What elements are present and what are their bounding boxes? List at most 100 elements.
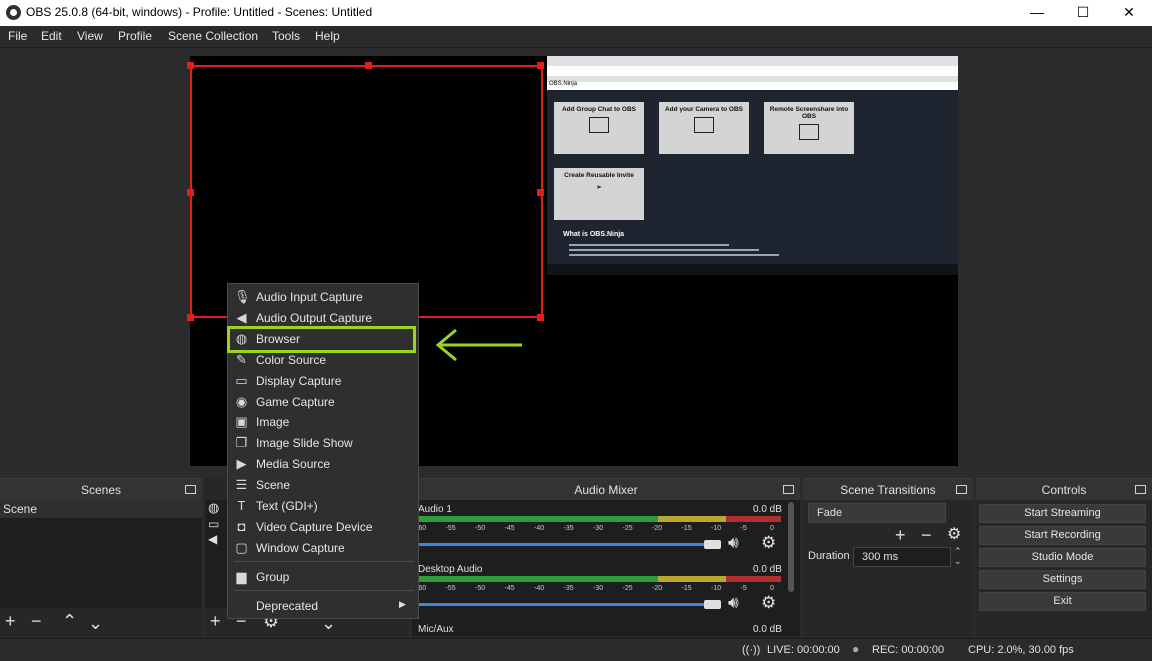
menu-scene-collection[interactable]: Scene Collection [168,29,258,43]
browser-heading: What is OBS.Ninja [563,231,625,238]
resize-handle[interactable] [365,62,372,69]
float-dock-icon[interactable] [185,485,196,494]
add-source-icon[interactable]: + [210,612,221,630]
resize-handle[interactable] [187,62,194,69]
studio-mode-button[interactable]: Studio Mode [979,548,1146,567]
duration-spinbox[interactable]: 300 ms [853,547,951,567]
volume-slider[interactable] [418,543,714,546]
menu-file[interactable]: File [8,29,27,43]
volume-meter [418,576,658,582]
scene-transitions-dock: Scene Transitions Fade + − ⚙ Duration 30… [803,478,973,638]
controls-header: Controls [976,478,1152,500]
gear-icon[interactable]: ⚙ [761,593,776,613]
title-bar: OBS 25.0.8 (64-bit, windows) - Profile: … [0,0,1152,26]
text-line [569,254,779,256]
minimize-button[interactable]: — [1014,0,1060,26]
transition-select[interactable]: Fade [808,503,946,523]
speaker-icon[interactable]: 🔊︎ [728,533,739,553]
scenes-header: Scenes [0,478,202,500]
start-streaming-button[interactable]: Start Streaming [979,504,1146,523]
source-selection-box[interactable] [187,62,544,321]
meter-tick-label: -25 [622,585,633,592]
resize-handle[interactable] [537,189,544,196]
close-button[interactable]: ✕ [1106,0,1152,26]
move-down-icon[interactable]: ⌄ [88,614,103,632]
volume-meter [726,576,781,582]
float-dock-icon[interactable] [783,485,794,494]
volume-slider[interactable] [418,603,714,606]
menu-profile[interactable]: Profile [118,29,152,43]
menu-item-audio-input-capture[interactable]: 🎙︎ Audio Input Capture [229,287,417,308]
grid-icon [589,117,609,133]
browser-site-banner: OBS.Ninja [547,81,958,90]
text-line [569,244,729,246]
meter-tick-label: 0 [770,585,774,592]
volume-meter [658,516,726,522]
spin-arrows-icon[interactable]: ⌃ ⌄ [954,546,962,566]
menu-tools[interactable]: Tools [272,29,300,43]
exit-button[interactable]: Exit [979,592,1146,611]
gear-icon[interactable]: ⚙ [761,533,776,553]
meter-tick-label: -40 [534,525,545,532]
camera-icon: ◘ [237,518,246,534]
scrollbar[interactable] [788,502,794,592]
menu-item-display-capture[interactable]: ▭ Display Capture [229,371,417,392]
gear-icon[interactable]: ⚙ [947,526,961,544]
float-dock-icon[interactable] [956,485,967,494]
resize-handle[interactable] [187,189,194,196]
globe-icon: ◍ [208,500,220,515]
menu-item-image[interactable]: ▣ Image [229,412,417,433]
resize-handle[interactable] [537,314,544,321]
audio-mixer-header: Audio Mixer [412,478,800,500]
volume-meter [726,516,781,522]
menu-item-window-capture[interactable]: ▢ Window Capture [229,538,417,559]
menu-view[interactable]: View [77,29,103,43]
add-transition-icon[interactable]: + [895,526,906,544]
meter-tick-label: -10 [711,525,722,532]
microphone-icon: 🎙︎ [234,289,251,304]
browser-highlight-box [227,326,416,353]
menu-item-media-source[interactable]: ▶ Media Source [229,454,417,475]
menu-item-text-gdi[interactable]: T Text (GDI+) [229,496,417,517]
status-bar: ((·)) LIVE: 00:00:00 ● REC: 00:00:00 CPU… [0,638,1152,661]
meter-tick-label: -20 [652,585,663,592]
speaker-icon[interactable]: 🔊︎ [728,593,739,613]
move-up-icon[interactable]: ⌃ [62,612,77,630]
resize-handle[interactable] [537,62,544,69]
tile-label: Add Group Chat to OBS [561,106,637,113]
menu-separator [234,561,414,562]
scene-item-label: Scene [3,502,38,516]
menu-help[interactable]: Help [315,29,340,43]
window-title: OBS 25.0.8 (64-bit, windows) - Profile: … [26,5,373,19]
start-recording-button[interactable]: Start Recording [979,526,1146,545]
menu-item-label: Game Capture [256,394,335,409]
remove-transition-icon[interactable]: − [921,526,932,544]
scene-item[interactable]: Scene [0,500,202,518]
menu-item-label: Text (GDI+) [256,499,318,513]
menu-item-scene[interactable]: ☰ Scene [229,475,417,496]
settings-button[interactable]: Settings [979,570,1146,589]
resize-handle[interactable] [187,314,194,321]
transition-value: Fade [817,507,843,519]
maximize-button[interactable]: ☐ [1060,0,1106,26]
camera-icon [694,117,714,133]
volume-slider-handle[interactable] [704,600,721,609]
folder-icon: ▆ [236,569,247,584]
controls-title: Controls [1041,483,1087,497]
tile-camera: Add your Camera to OBS [659,102,749,154]
menu-item-group[interactable]: ▆ Group [229,567,417,588]
float-dock-icon[interactable] [1135,485,1146,494]
menu-item-image-slide-show[interactable]: ❐ Image Slide Show [229,433,417,454]
menu-edit[interactable]: Edit [41,29,62,43]
add-scene-icon[interactable]: + [5,612,16,630]
menu-item-deprecated[interactable]: Deprecated ▶ [229,596,417,617]
text-line [569,249,759,251]
meter-tick-label: -30 [593,585,604,592]
audio-mixer-body: Audio 1 0.0 dB -60 -55 -50 -45 -40 -35 -30 -25-… [412,500,800,636]
menu-item-game-capture[interactable]: ◉ Game Capture [229,392,417,413]
menu-item-video-capture-device[interactable]: ◘ Video Capture Device [229,517,417,538]
remove-scene-icon[interactable]: − [31,612,42,630]
volume-slider-handle[interactable] [704,540,721,549]
slideshow-icon: ❐ [235,435,248,451]
broadcast-icon: ((·)) [742,644,761,656]
